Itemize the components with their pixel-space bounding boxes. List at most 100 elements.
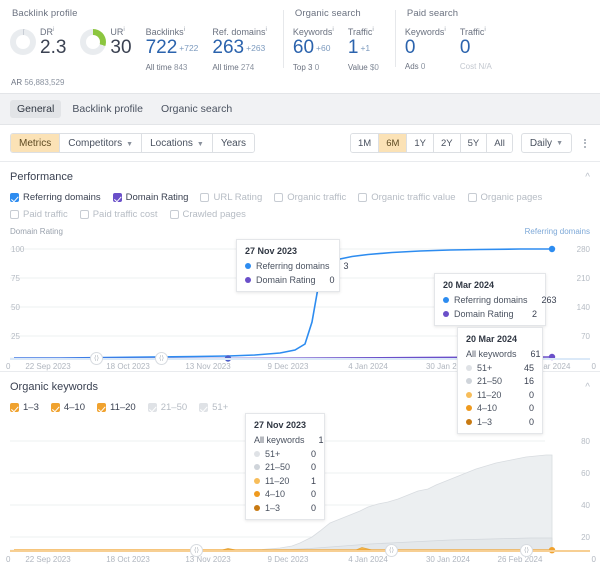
legend-kw-11-20[interactable]: 11–20 <box>97 402 136 413</box>
legend-organic-traffic-value[interactable]: Organic traffic value <box>358 192 456 203</box>
metric-label-ur: URi <box>110 26 125 37</box>
more-options-button[interactable] <box>580 137 590 149</box>
legend-organic-pages[interactable]: Organic pages <box>467 192 542 203</box>
performance-title: Performance <box>10 171 73 183</box>
range-all[interactable]: All <box>487 134 512 152</box>
metric-paid-traffic: Traffici 0 Cost N/A <box>460 26 492 71</box>
range-1m[interactable]: 1M <box>350 134 380 152</box>
filter-competitors[interactable]: Competitors ▼ <box>60 134 143 152</box>
checkbox-kw-11-20[interactable] <box>97 403 106 412</box>
series-dot-1-3 <box>466 418 472 425</box>
range-5y[interactable]: 5Y <box>460 134 488 152</box>
legend-label-domain-rating: Domain Rating <box>125 192 189 203</box>
legend-crawled-pages[interactable]: Crawled pages <box>169 209 246 220</box>
svg-text:30 Jan 2024: 30 Jan 2024 <box>426 555 471 564</box>
legend-referring-domains[interactable]: Referring domains <box>10 192 101 203</box>
checkbox-paid-traffic-cost[interactable] <box>79 210 89 219</box>
metric-value-paid-traffic[interactable]: 0 <box>460 37 492 58</box>
organic-range-slider[interactable]: ⟨⟩ ⟨⟩ ⟨⟩ <box>10 544 590 557</box>
series-dot-11-20 <box>254 477 260 484</box>
chevron-down-icon: ▼ <box>556 139 563 147</box>
metric-sub-ref-domains: All time 274 <box>212 63 255 72</box>
checkbox-crawled-pages[interactable] <box>169 210 179 219</box>
legend-label-organic-traffic: Organic traffic <box>287 192 347 203</box>
granularity-select[interactable]: Daily ▼ <box>520 133 572 153</box>
legend-organic-traffic[interactable]: Organic traffic <box>274 192 346 203</box>
metric-value-paid-keywords[interactable]: 0 <box>405 37 446 58</box>
checkbox-referring-domains[interactable] <box>10 193 19 202</box>
range-handle-left[interactable]: ⟨⟩ <box>190 544 203 557</box>
filter-years[interactable]: Years <box>212 134 255 152</box>
tab-general[interactable]: General <box>10 100 62 118</box>
svg-text:100: 100 <box>11 245 25 254</box>
legend-label-kw-1-3: 1–3 <box>23 402 39 413</box>
filter-locations[interactable]: Locations ▼ <box>142 134 213 152</box>
checkbox-organic-traffic-value[interactable] <box>358 193 368 202</box>
organic-keywords-chart[interactable]: 80 60 40 20 0 22 Sep 2023 18 Oct 2023 13… <box>0 327 600 564</box>
legend-kw-1-3[interactable]: 1–3 <box>10 402 39 413</box>
metric-delta-organic-traffic: +1 <box>360 43 371 53</box>
svg-text:26 Feb 2024: 26 Feb 2024 <box>498 555 543 564</box>
filter-metrics[interactable]: Metrics <box>11 134 61 152</box>
tooltip-row: 51+ 0 <box>254 449 316 459</box>
svg-text:60: 60 <box>581 469 590 478</box>
organic-keywords-section: Organic keywords ^ 1–3 4–10 11–20 21–50 … <box>0 327 600 564</box>
legend-label-organic-traffic-value: Organic traffic value <box>371 192 456 203</box>
metric-label-paid-keywords: Keywordsi <box>404 26 446 37</box>
legend-domain-rating[interactable]: Domain Rating <box>112 192 189 203</box>
legend-kw-4-10[interactable]: 4–10 <box>50 402 85 413</box>
checkbox-organic-traffic[interactable] <box>274 193 284 202</box>
metric-group-organic-search: Organic search Keywordsi 60 +60 Top 3 0 T… <box>282 8 389 72</box>
legend-url-rating[interactable]: URL Rating <box>200 192 262 203</box>
range-1y[interactable]: 1Y <box>407 134 435 152</box>
range-handle-left[interactable]: ⟨⟩ <box>90 352 103 365</box>
tab-organic-search[interactable]: Organic search <box>154 100 239 118</box>
tooltip-row: Domain Rating 0 <box>245 275 335 285</box>
group-title-backlink-profile: Backlink profile <box>12 8 78 19</box>
metric-value-backlinks[interactable]: 722 +722 <box>146 37 199 59</box>
chevron-down-icon: ▼ <box>196 140 204 148</box>
range-handle-mid[interactable]: ⟨⟩ <box>155 352 168 365</box>
range-handle-mid[interactable]: ⟨⟩ <box>385 544 398 557</box>
tab-backlink-profile[interactable]: Backlink profile <box>65 100 150 118</box>
checkbox-kw-51-plus[interactable] <box>199 403 209 412</box>
checkbox-organic-pages[interactable] <box>467 193 477 202</box>
svg-text:0: 0 <box>592 362 597 371</box>
metric-value-organic-keywords[interactable]: 60 +60 <box>293 37 334 59</box>
checkbox-kw-21-50[interactable] <box>147 403 157 412</box>
metrics-header: Backlink profile DRi 2.3 URi 30 Backlink… <box>0 0 600 93</box>
tooltip-total-row: All keywords 61 <box>466 349 541 359</box>
performance-tooltip-left: 27 Nov 2023 Referring domains 3 Domain Ra… <box>236 239 349 292</box>
metric-paid-keywords: Keywordsi 0 Ads 0 <box>405 26 446 71</box>
metric-value-ref-domains[interactable]: 263 +263 <box>212 37 266 59</box>
legend-paid-traffic-cost[interactable]: Paid traffic cost <box>79 209 158 220</box>
series-dot-21-50 <box>254 464 260 470</box>
metric-label-organic-keywords: Keywordsi <box>292 26 334 37</box>
metric-label-ref-domains: Ref. domainsi <box>212 26 267 37</box>
legend-label-kw-4-10: 4–10 <box>63 402 85 413</box>
checkbox-kw-1-3[interactable] <box>10 403 19 412</box>
range-handle-right[interactable]: ⟨⟩ <box>520 544 533 557</box>
range-2y[interactable]: 2Y <box>434 134 461 152</box>
svg-text:20: 20 <box>581 533 590 542</box>
metric-sub-organic-traffic: Value $0 <box>347 63 379 72</box>
legend-kw-51-plus[interactable]: 51+ <box>199 402 228 413</box>
metric-ur: URi 30 <box>80 26 132 58</box>
series-dot-domain-rating <box>245 276 251 283</box>
metric-value-dr: 2.3 <box>40 37 67 58</box>
chevron-up-icon[interactable]: ^ <box>585 382 590 393</box>
checkbox-paid-traffic[interactable] <box>10 210 19 219</box>
metric-ar: AR 56,883,529 <box>11 78 65 87</box>
svg-text:18 Oct 2023: 18 Oct 2023 <box>106 555 150 564</box>
metric-value-organic-traffic[interactable]: 1 +1 <box>348 37 379 59</box>
checkbox-kw-4-10[interactable] <box>50 403 60 412</box>
organic-tooltip-right: 20 Mar 2024 All keywords 61 51+ 45 21–50 16… <box>457 327 543 434</box>
toolbar: Metrics Competitors ▼ Locations ▼ Years 1M… <box>0 125 600 161</box>
range-6m[interactable]: 6M <box>379 134 408 152</box>
checkbox-url-rating[interactable] <box>200 193 210 202</box>
checkbox-domain-rating[interactable] <box>112 193 122 202</box>
svg-text:9 Dec 2023: 9 Dec 2023 <box>268 555 309 564</box>
legend-kw-21-50[interactable]: 21–50 <box>147 402 187 413</box>
chevron-up-icon[interactable]: ^ <box>585 172 590 183</box>
legend-paid-traffic[interactable]: Paid traffic <box>10 209 68 220</box>
